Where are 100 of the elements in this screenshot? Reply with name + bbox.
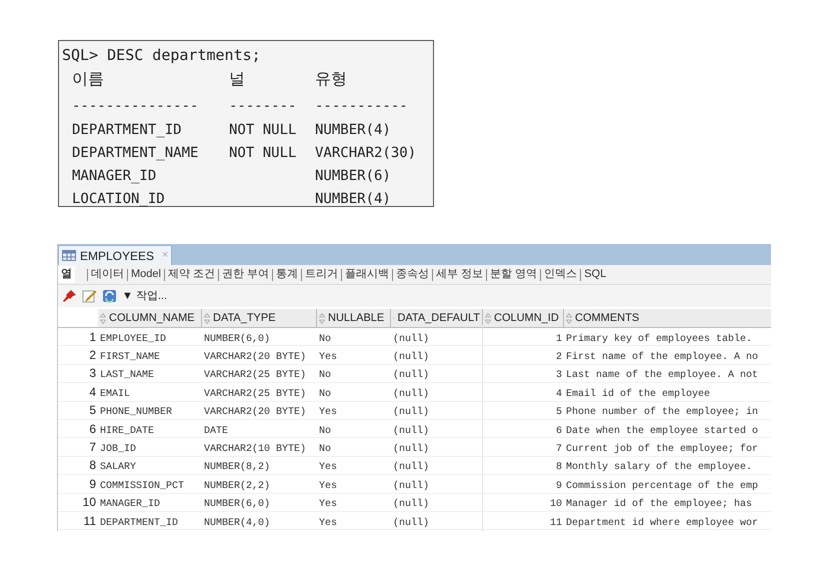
nullability: NOT NULL — [229, 122, 296, 138]
separator-line: ----------- — [315, 98, 408, 114]
column-name-cell: FIRST_NAME — [100, 352, 160, 364]
subtab[interactable]: 통계 — [275, 266, 300, 283]
row-number: 8 — [89, 458, 96, 472]
row-number: 6 — [89, 422, 96, 436]
default-cell: (null) — [393, 462, 430, 474]
default-cell: (null) — [393, 334, 430, 345]
comment-cell: Commission percentage of the emp — [566, 480, 758, 492]
subtab[interactable]: SQL — [583, 266, 608, 283]
column-header: 널 — [229, 69, 245, 88]
data-type-cell: NUMBER(2,2) — [204, 480, 270, 492]
nullable-cell: Yes — [319, 518, 338, 529]
comment-cell: First name of the employee. A no — [566, 352, 758, 364]
column-name-cell: LAST_NAME — [100, 370, 154, 382]
data-type: NUMBER(4) — [315, 122, 391, 138]
column-header: 이름 — [72, 69, 104, 88]
column-name-cell: PHONE_NUMBER — [100, 407, 172, 418]
refresh-icon[interactable] — [102, 289, 117, 303]
column-id-cell: 3 — [556, 370, 562, 382]
nullable-cell: No — [319, 334, 332, 345]
table-icon — [62, 250, 76, 261]
data-type-cell: DATE — [204, 426, 228, 437]
comment-cell: Primary key of employees table. — [566, 334, 752, 345]
column-header: 유형 — [315, 69, 347, 88]
column-name: DEPARTMENT_ID — [72, 122, 182, 138]
column-header[interactable]: COLUMN_NAME — [98, 309, 202, 327]
column-id-cell: 9 — [556, 480, 562, 492]
subtab[interactable]: 트리거 — [304, 266, 340, 283]
nullable-cell: Yes — [319, 407, 338, 418]
comment-cell: Last name of the employee. A not — [566, 370, 758, 382]
subtab[interactable]: 세부 정보 — [435, 266, 484, 283]
row-number: 9 — [89, 476, 96, 491]
column-name-cell: DEPARTMENT_ID — [100, 518, 178, 529]
data-type: VARCHAR2(30) — [315, 145, 416, 161]
nullable-cell: Yes — [319, 462, 338, 474]
column-name: DEPARTMENT_NAME — [72, 145, 198, 161]
subtab[interactable]: 제약 조건 — [166, 266, 216, 283]
subtab[interactable]: 열 — [58, 266, 75, 283]
data-type-cell: NUMBER(4,0) — [204, 518, 270, 529]
comment-cell: Monthly salary of the employee. — [566, 462, 752, 474]
row-number: 2 — [89, 348, 96, 362]
actions-menu[interactable]: ▼ 작업... — [122, 288, 168, 304]
nullable-cell: Yes — [319, 352, 338, 364]
default-cell: (null) — [393, 480, 430, 492]
data-type-cell: NUMBER(6,0) — [204, 499, 270, 510]
edit-icon[interactable] — [82, 289, 97, 303]
data-type-cell: NUMBER(8,2) — [204, 462, 270, 474]
column-id-cell: 11 — [550, 518, 562, 529]
nullable-cell: No — [319, 388, 332, 400]
column-name: LOCATION_ID — [72, 191, 165, 207]
nullable-cell: No — [319, 426, 332, 437]
row-number: 4 — [89, 384, 96, 399]
data-type: NUMBER(6) — [315, 168, 391, 184]
subtab[interactable]: Model — [130, 266, 162, 283]
row-number: 1 — [89, 330, 96, 344]
data-type-cell: VARCHAR2(20 BYTE) — [204, 407, 306, 418]
row-number: 10 — [82, 495, 96, 510]
nullable-cell: Yes — [319, 499, 338, 510]
column-header[interactable]: DATA_DEFAULT — [391, 309, 483, 327]
default-cell: (null) — [393, 407, 430, 418]
column-header[interactable]: COLUMN_ID — [483, 309, 564, 327]
column-id-cell: 5 — [556, 407, 562, 418]
column-header[interactable]: NULLABLE — [317, 309, 391, 327]
comment-cell: Email id of the employee — [566, 388, 710, 400]
column-id-cell: 1 — [556, 334, 562, 345]
subtab[interactable]: 분할 영역 — [489, 266, 538, 283]
subtab[interactable]: 데이터 — [90, 266, 125, 283]
comment-cell: Current job of the employee; for — [566, 444, 758, 456]
separator-line: -------- — [229, 98, 296, 114]
data-type-cell: VARCHAR2(20 BYTE) — [204, 352, 306, 364]
default-cell: (null) — [393, 352, 430, 364]
default-cell: (null) — [393, 388, 430, 400]
pushpin-icon[interactable] — [62, 289, 77, 303]
comment-cell: Manager id of the employee; has — [566, 499, 752, 510]
data-type-cell: VARCHAR2(10 BYTE) — [204, 444, 306, 456]
nullable-cell: No — [319, 370, 332, 382]
column-name-cell: MANAGER_ID — [100, 499, 160, 510]
subtab[interactable]: 플래시백 — [344, 266, 390, 283]
column-id-cell: 2 — [556, 352, 562, 364]
column-header[interactable]: DATA_TYPE — [202, 309, 317, 327]
row-number: 11 — [84, 514, 96, 528]
editor-tab[interactable]: EMPLOYEES × — [58, 245, 172, 265]
column-name-cell: EMPLOYEE_ID — [100, 334, 166, 345]
column-id-cell: 10 — [550, 499, 562, 510]
nullable-cell: Yes — [319, 480, 338, 492]
data-type-cell: VARCHAR2(25 BYTE) — [204, 388, 306, 400]
subtab[interactable]: 인덱스 — [543, 266, 578, 283]
nullable-cell: No — [319, 444, 332, 456]
comment-cell: Date when the employee started o — [566, 426, 758, 437]
column-name-cell: SALARY — [100, 462, 136, 474]
column-header[interactable]: COMMENTS — [564, 309, 771, 327]
data-type-cell: VARCHAR2(25 BYTE) — [204, 370, 306, 382]
default-cell: (null) — [393, 426, 430, 437]
column-id-cell: 4 — [556, 388, 562, 400]
subtab[interactable]: 권한 부여 — [221, 266, 270, 283]
comment-cell: Department id where employee wor — [566, 518, 758, 529]
subtab[interactable]: 종속성 — [395, 266, 430, 283]
column-name-cell: JOB_ID — [100, 444, 136, 456]
default-cell: (null) — [393, 444, 430, 456]
